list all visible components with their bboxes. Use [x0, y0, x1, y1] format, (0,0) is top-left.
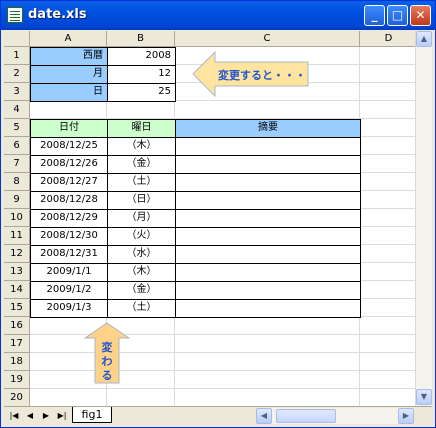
table-cell-weekday[interactable]: （土）	[107, 299, 176, 318]
sheet-tab-bar: |◀ ◀ ▶ ▶| fig1 ◀ ▶	[4, 406, 432, 425]
table-cell-date[interactable]: 2008/12/28	[30, 191, 108, 210]
worksheet-grid[interactable]: A B C D 1 2 3 4 5 6 7 8 9 10 11 12 13 14…	[4, 31, 432, 406]
table-cell-summary[interactable]	[175, 209, 361, 228]
scroll-right-icon[interactable]: ▶	[398, 408, 414, 424]
year-value-cell[interactable]: 2008	[107, 47, 176, 66]
year-label-cell[interactable]: 西暦	[30, 47, 108, 66]
row-header-20[interactable]: 20	[4, 389, 30, 406]
row-header-11[interactable]: 11	[4, 227, 30, 245]
select-all-corner[interactable]	[4, 31, 30, 47]
table-cell-date[interactable]: 2008/12/30	[30, 227, 108, 246]
close-button[interactable]: ✕	[410, 5, 431, 26]
last-sheet-icon[interactable]: ▶|	[56, 409, 68, 422]
table-cell-summary[interactable]	[175, 227, 361, 246]
grid-line	[30, 388, 432, 389]
table-cell-weekday[interactable]: （土）	[107, 173, 176, 192]
table-header-summary[interactable]: 摘要	[175, 119, 361, 138]
row-header-17[interactable]: 17	[4, 335, 30, 353]
table-cell-summary[interactable]	[175, 137, 361, 156]
row-header-16[interactable]: 16	[4, 317, 30, 335]
table-cell-date[interactable]: 2008/12/25	[30, 137, 108, 156]
table-cell-weekday[interactable]: （日）	[107, 191, 176, 210]
row-header-13[interactable]: 13	[4, 263, 30, 281]
title-bar: date.xls _ □ ✕	[1, 1, 435, 30]
scroll-thumb[interactable]	[276, 409, 336, 423]
row-header-9[interactable]: 9	[4, 191, 30, 209]
table-cell-weekday[interactable]: （水）	[107, 245, 176, 264]
column-header-b[interactable]: B	[107, 31, 175, 47]
table-cell-date[interactable]: 2009/1/3	[30, 299, 108, 318]
table-cell-weekday[interactable]: （金）	[107, 155, 176, 174]
table-header-date[interactable]: 日付	[30, 119, 108, 138]
excel-window: date.xls _ □ ✕ A B C D 1 2 3 4 5 6 7 8 9…	[0, 0, 436, 428]
day-label-cell[interactable]: 日	[30, 83, 108, 102]
table-cell-summary[interactable]	[175, 245, 361, 264]
row-header-14[interactable]: 14	[4, 281, 30, 299]
table-cell-summary[interactable]	[175, 263, 361, 282]
column-header-d[interactable]: D	[360, 31, 418, 47]
table-cell-summary[interactable]	[175, 155, 361, 174]
row-header-6[interactable]: 6	[4, 137, 30, 155]
table-header-weekday[interactable]: 曜日	[107, 119, 176, 138]
table-cell-weekday[interactable]: （火）	[107, 227, 176, 246]
row-header-4[interactable]: 4	[4, 101, 30, 119]
table-cell-summary[interactable]	[175, 173, 361, 192]
first-sheet-icon[interactable]: |◀	[8, 409, 20, 422]
column-header-c[interactable]: C	[175, 31, 360, 47]
excel-file-icon	[7, 7, 23, 23]
left-arrow-text: 変更すると・・・	[218, 68, 306, 82]
row-header-8[interactable]: 8	[4, 173, 30, 191]
table-cell-weekday[interactable]: （木）	[107, 263, 176, 282]
up-arrow-text: 変わる	[101, 341, 113, 382]
sheet-tab-fig1[interactable]: fig1	[72, 407, 112, 423]
table-cell-date[interactable]: 2008/12/29	[30, 209, 108, 228]
row-header-5[interactable]: 5	[4, 119, 30, 137]
scroll-down-icon[interactable]: ▼	[416, 389, 432, 405]
row-header-15[interactable]: 15	[4, 299, 30, 317]
table-cell-date[interactable]: 2008/12/27	[30, 173, 108, 192]
month-value-cell[interactable]: 12	[107, 65, 176, 84]
maximize-button[interactable]: □	[387, 5, 408, 26]
left-arrow-callout: 変更すると・・・	[192, 51, 309, 97]
table-cell-weekday[interactable]: （月）	[107, 209, 176, 228]
table-cell-date[interactable]: 2008/12/26	[30, 155, 108, 174]
scroll-up-icon[interactable]: ▲	[416, 31, 432, 47]
row-header-2[interactable]: 2	[4, 65, 30, 83]
vertical-scrollbar[interactable]: ▲ ▼	[415, 31, 432, 406]
table-cell-date[interactable]: 2009/1/2	[30, 281, 108, 300]
table-cell-date[interactable]: 2008/12/31	[30, 245, 108, 264]
window-title: date.xls	[28, 7, 87, 22]
table-cell-summary[interactable]	[175, 281, 361, 300]
table-cell-summary[interactable]	[175, 299, 361, 318]
day-value-cell[interactable]: 25	[107, 83, 176, 102]
row-header-10[interactable]: 10	[4, 209, 30, 227]
row-header-1[interactable]: 1	[4, 47, 30, 65]
scroll-left-icon[interactable]: ◀	[256, 408, 272, 424]
row-header-19[interactable]: 19	[4, 371, 30, 389]
table-cell-weekday[interactable]: （金）	[107, 281, 176, 300]
previous-sheet-icon[interactable]: ◀	[24, 409, 36, 422]
next-sheet-icon[interactable]: ▶	[40, 409, 52, 422]
table-cell-date[interactable]: 2009/1/1	[30, 263, 108, 282]
horizontal-scrollbar[interactable]: ◀ ▶	[256, 408, 414, 424]
column-header-a[interactable]: A	[30, 31, 107, 47]
table-cell-weekday[interactable]: （木）	[107, 137, 176, 156]
row-header-3[interactable]: 3	[4, 83, 30, 101]
row-header-18[interactable]: 18	[4, 353, 30, 371]
row-header-7[interactable]: 7	[4, 155, 30, 173]
table-cell-summary[interactable]	[175, 191, 361, 210]
row-header-12[interactable]: 12	[4, 245, 30, 263]
month-label-cell[interactable]: 月	[30, 65, 108, 84]
minimize-button[interactable]: _	[364, 5, 385, 26]
